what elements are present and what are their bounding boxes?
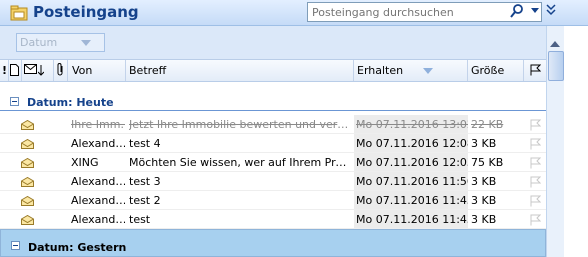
folder-title: Posteingang xyxy=(33,3,139,21)
message-received: Mo 07.11.2016 12:08 xyxy=(356,137,468,150)
folder-header: Posteingang xyxy=(0,0,588,26)
message-from: Alexand… xyxy=(71,213,125,226)
message-received: Mo 07.11.2016 11:43 xyxy=(356,213,468,226)
flag-icon[interactable] xyxy=(530,176,541,188)
column-icon[interactable] xyxy=(9,60,22,81)
read-envelope-icon xyxy=(21,120,34,130)
search-icon[interactable] xyxy=(510,4,524,18)
column-size-label: Größe xyxy=(471,64,505,77)
message-size: 3 KB xyxy=(471,175,497,188)
flag-icon[interactable] xyxy=(530,119,541,131)
message-subject: Jetzt Ihre Immobilie bewerten und verkau… xyxy=(129,118,351,131)
message-from: Ihre Imm… xyxy=(71,118,125,131)
flag-icon[interactable] xyxy=(530,214,541,226)
search-input[interactable] xyxy=(308,3,507,21)
arrange-by-label: Datum xyxy=(20,36,58,49)
message-from: Alexand… xyxy=(71,175,125,188)
vertical-scrollbar[interactable] xyxy=(546,26,564,257)
sort-down-arrow-icon xyxy=(38,65,44,76)
message-row[interactable]: Alexand… test 3 Mo 07.11.2016 11:56 3 KB xyxy=(0,172,546,191)
message-subject: test 2 xyxy=(129,194,161,207)
message-received: Mo 07.11.2016 11:56 xyxy=(356,175,468,188)
column-received[interactable]: Erhalten xyxy=(354,60,468,81)
chevron-down-icon xyxy=(81,40,91,46)
message-size: 22 KB xyxy=(471,118,504,131)
column-flag[interactable] xyxy=(524,60,546,81)
column-received-label: Erhalten xyxy=(357,64,404,77)
message-size: 75 KB xyxy=(471,156,504,169)
search-options-chevron-icon[interactable] xyxy=(531,8,539,14)
right-pane-edge xyxy=(564,26,588,257)
message-subject: test 4 xyxy=(129,137,161,150)
search-box[interactable] xyxy=(307,2,542,22)
sort-descending-icon xyxy=(423,68,433,74)
message-received: Mo 07.11.2016 12:03 xyxy=(356,156,468,169)
read-envelope-icon xyxy=(21,177,34,187)
message-subject: Möchten Sie wissen, wer auf Ihrem Profil… xyxy=(129,156,351,169)
collapse-minus-icon[interactable] xyxy=(10,97,19,106)
read-envelope-icon xyxy=(21,196,34,206)
column-attachment[interactable] xyxy=(54,60,68,81)
flag-icon[interactable] xyxy=(530,157,541,169)
message-from: Alexand… xyxy=(71,194,125,207)
group-label-today: Datum: Heute xyxy=(27,96,114,109)
message-size: 3 KB xyxy=(471,194,497,207)
document-icon xyxy=(10,64,19,76)
column-header-row: ! Von Betreff Erhalten Größe xyxy=(0,59,546,82)
read-envelope-icon xyxy=(21,139,34,149)
flag-icon xyxy=(530,64,541,76)
read-envelope-icon xyxy=(21,215,34,225)
message-row[interactable]: Alexand… test Mo 07.11.2016 11:43 3 KB xyxy=(0,210,546,229)
column-flag-status[interactable] xyxy=(22,60,54,81)
paperclip-icon xyxy=(57,63,63,76)
column-from[interactable]: Von xyxy=(68,60,126,81)
message-received: Mo 07.11.2016 13:02 xyxy=(356,118,468,131)
inbox-folder-icon xyxy=(10,5,28,21)
group-header-today[interactable]: Datum: Heute xyxy=(0,93,546,111)
message-size: 3 KB xyxy=(471,137,497,150)
message-subject: test xyxy=(129,213,151,226)
arrange-by-dropdown[interactable]: Datum xyxy=(16,33,105,52)
group-header-yesterday[interactable]: Datum: Gestern xyxy=(0,229,546,257)
double-chevron-icon[interactable] xyxy=(545,4,557,16)
message-row[interactable]: XING Möchten Sie wissen, wer auf Ihrem Pr… xyxy=(0,153,546,172)
column-subject-label: Betreff xyxy=(129,64,167,77)
flag-icon[interactable] xyxy=(530,195,541,207)
message-size: 3 KB xyxy=(471,213,497,226)
scrollbar-thumb[interactable] xyxy=(548,51,564,81)
scroll-up-arrow-icon[interactable] xyxy=(550,41,560,47)
message-from: Alexand… xyxy=(71,137,125,150)
column-importance[interactable]: ! xyxy=(0,60,9,81)
collapse-minus-icon[interactable] xyxy=(11,241,20,250)
column-subject[interactable]: Betreff xyxy=(126,60,354,81)
column-from-label: Von xyxy=(72,64,93,77)
group-label-yesterday: Datum: Gestern xyxy=(28,241,127,254)
message-row[interactable]: Ihre Imm… Jetzt Ihre Immobilie bewerten u… xyxy=(0,115,546,134)
message-row[interactable]: Alexand… test 4 Mo 07.11.2016 12:08 3 KB xyxy=(0,134,546,153)
column-size[interactable]: Größe xyxy=(468,60,524,81)
flag-icon[interactable] xyxy=(530,138,541,150)
message-subject: test 3 xyxy=(129,175,161,188)
importance-icon: ! xyxy=(2,64,8,77)
message-received: Mo 07.11.2016 11:45 xyxy=(356,194,468,207)
read-envelope-icon xyxy=(21,158,34,168)
message-row[interactable]: Alexand… test 2 Mo 07.11.2016 11:45 3 KB xyxy=(0,191,546,210)
message-from: XING xyxy=(71,156,99,169)
envelope-icon xyxy=(24,64,37,74)
